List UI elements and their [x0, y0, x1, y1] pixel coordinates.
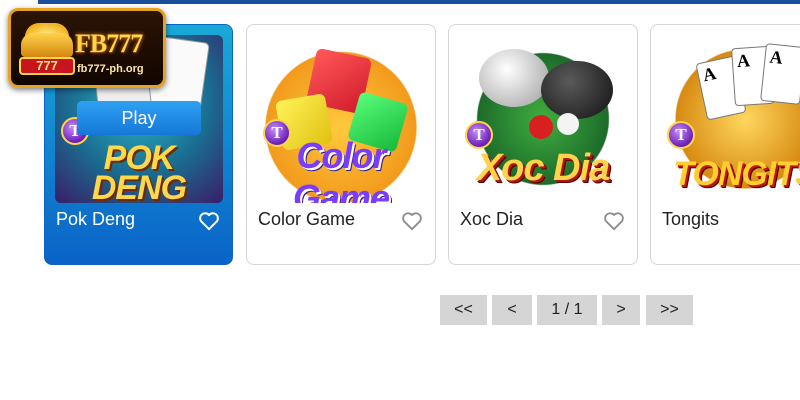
game-name[interactable]: Pok Deng	[56, 209, 135, 230]
last-page-button[interactable]: >>	[646, 295, 693, 325]
game-name[interactable]: Xoc Dia	[460, 209, 523, 230]
heart-icon[interactable]	[198, 211, 220, 231]
header-rule	[38, 0, 800, 4]
game-art-title: POK DENG	[91, 139, 187, 203]
game-card-tongits[interactable]: A A A T TONGITS Tongits	[650, 24, 800, 265]
game-card-color-game[interactable]: T Color Game Color Game	[246, 24, 436, 265]
heart-icon[interactable]	[603, 211, 625, 231]
game-thumbnail: T Xoc Dia	[459, 35, 627, 203]
game-card-xoc-dia[interactable]: T Xoc Dia Xoc Dia	[448, 24, 638, 265]
logo-brand: FB777	[75, 29, 143, 58]
provider-badge: T	[667, 121, 695, 149]
white-token-icon	[557, 113, 579, 135]
provider-badge: T	[465, 121, 493, 149]
prev-page-button[interactable]: <	[492, 295, 532, 325]
play-button[interactable]: Play	[77, 101, 201, 135]
playing-card-icon: A	[760, 43, 800, 105]
provider-badge: T	[263, 119, 291, 147]
game-thumbnail: A A A T TONGITS	[661, 35, 800, 203]
first-page-button[interactable]: <<	[440, 295, 487, 325]
red-token-icon	[529, 115, 553, 139]
bowl-icon	[479, 49, 549, 107]
logo-url: fb777-ph.org	[77, 63, 144, 75]
game-art-title: Xoc Dia	[476, 147, 610, 189]
heart-icon[interactable]	[401, 211, 423, 231]
plate-icon	[541, 61, 613, 119]
logo-badge: 777	[19, 57, 75, 75]
game-name[interactable]: Tongits	[662, 209, 719, 230]
game-name[interactable]: Color Game	[258, 209, 355, 230]
page-indicator: 1 / 1	[537, 295, 597, 325]
game-art-title: TONGITS	[673, 155, 800, 193]
next-page-button[interactable]: >	[602, 295, 640, 325]
treasure-chest-body	[21, 33, 73, 57]
game-thumbnail: T Color Game	[257, 35, 425, 203]
brand-logo[interactable]: 777 FB777 fb777-ph.org	[8, 8, 166, 88]
